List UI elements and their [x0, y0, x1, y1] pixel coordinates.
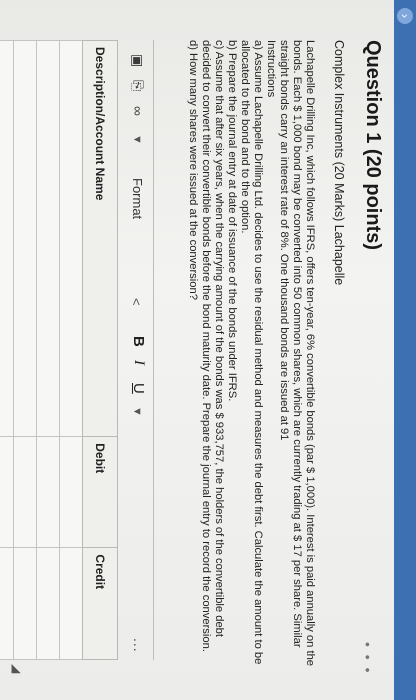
chevron-down-icon[interactable]: ▼: [131, 134, 143, 145]
paste-icon[interactable]: ⎘: [129, 80, 146, 91]
more-options-button[interactable]: ...: [131, 638, 147, 653]
credit-cell[interactable]: [59, 547, 83, 660]
table-row: [13, 40, 37, 660]
description-cell[interactable]: [0, 40, 14, 437]
description-cell[interactable]: [36, 40, 60, 437]
italic-button[interactable]: I: [130, 360, 147, 365]
resize-handle-icon[interactable]: ◢: [10, 664, 24, 673]
question-menu-icon[interactable]: • • •: [360, 642, 376, 674]
instruction-a: a) Assume Lachapelle Drilling Ltd. decid…: [239, 40, 264, 665]
underline-chevron-down-icon[interactable]: ▼: [131, 406, 143, 417]
debit-cell[interactable]: [13, 436, 37, 548]
question-title: Question 1 (20 points): [362, 40, 384, 251]
column-header-credit: Credit: [82, 547, 118, 660]
link-icon[interactable]: ∞: [130, 106, 146, 116]
instruction-b: b) Prepare the journal entry at date of …: [226, 40, 238, 402]
debit-cell[interactable]: [59, 436, 83, 548]
image-icon[interactable]: ▣: [129, 54, 146, 67]
debit-cell[interactable]: [0, 436, 14, 548]
description-cell[interactable]: [13, 40, 37, 437]
instructions-heading: Instructions: [265, 40, 277, 98]
underline-button[interactable]: U: [130, 383, 147, 394]
column-header-debit: Debit: [82, 436, 118, 548]
question-page: › Question 1 (20 points) • • • Complex I…: [0, 0, 416, 700]
format-chevron-icon[interactable]: <: [129, 298, 144, 306]
question-paragraph: Lachapelle Drilling Inc, which follows I…: [278, 40, 316, 667]
debit-cell[interactable]: [36, 436, 60, 548]
credit-cell[interactable]: [13, 547, 37, 660]
question-body: Lachapelle Drilling Inc, which follows I…: [186, 40, 316, 670]
credit-cell[interactable]: [36, 547, 60, 660]
instruction-c: c) Assume that after six years, when the…: [200, 40, 225, 652]
table-row: [36, 40, 60, 660]
format-dropdown[interactable]: Format: [130, 178, 145, 219]
table-row: [0, 40, 14, 660]
description-cell[interactable]: [59, 40, 83, 437]
credit-cell[interactable]: [0, 547, 14, 660]
bold-button[interactable]: B: [130, 336, 147, 347]
top-bar: ›: [394, 0, 416, 700]
expand-arrow-icon[interactable]: ›: [397, 8, 413, 24]
journal-table: Description/Account Name Debit Credit: [0, 40, 118, 660]
column-header-description: Description/Account Name: [82, 40, 118, 437]
table-row: [59, 40, 83, 660]
editor-toolbar: ▣ ⎘ ∞ ▼ Format < B I U ▼ ...: [123, 40, 154, 660]
instruction-d: d) How many shares were issued at the co…: [187, 40, 199, 300]
question-subtitle: Complex Instruments (20 Marks) Lachapell…: [332, 40, 346, 286]
